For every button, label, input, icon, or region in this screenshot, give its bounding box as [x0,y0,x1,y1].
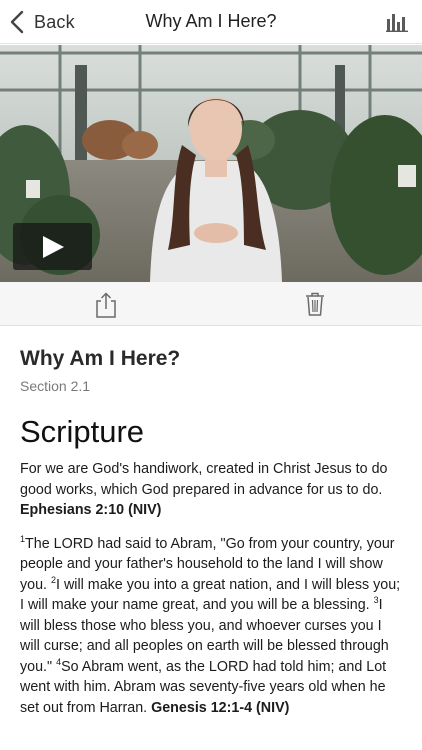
back-label: Back [34,11,75,32]
trash-icon[interactable] [305,292,325,316]
passage-text: For we are God's handiwork, created in C… [20,461,388,498]
video-player[interactable] [0,45,422,282]
scripture-passage-genesis: 1The LORD had said to Abram, "Go from yo… [20,534,404,719]
passage-reference: Ephesians 2:10 (NIV) [20,502,162,518]
scripture-heading: Scripture [20,414,145,449]
play-icon [43,236,64,258]
chevron-left-icon [10,10,24,34]
nav-bar: Back Why Am I Here? [0,0,422,44]
lesson-content: Why Am I Here? Section 2.1 Scripture For… [20,346,404,718]
scripture-passage-ephesians: For we are God's handiwork, created in C… [20,459,404,521]
section-label: Section 2.1 [20,378,91,394]
passage-reference: Genesis 12:1-4 (NIV) [151,699,290,716]
verse-text: I will make you into a great nation, and… [20,576,401,614]
play-button[interactable] [13,223,92,270]
back-button[interactable]: Back [8,9,75,35]
share-icon[interactable] [95,292,117,318]
lesson-title: Why Am I Here? [20,347,181,370]
action-bar [0,282,422,326]
bar-chart-icon[interactable] [386,12,408,32]
